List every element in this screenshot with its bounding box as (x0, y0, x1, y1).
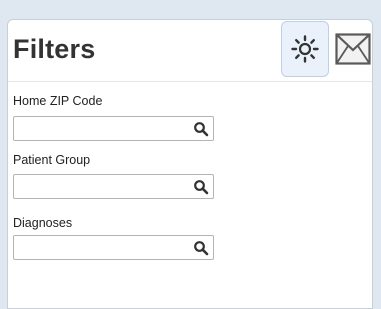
diagnoses-label: Diagnoses (13, 216, 73, 230)
filters-panel: Filters Home ZIP Code Patient Group Diag… (7, 19, 373, 309)
settings-button[interactable] (281, 21, 329, 77)
home-zip-code-field[interactable] (13, 116, 214, 141)
search-icon[interactable] (193, 240, 209, 256)
search-icon[interactable] (193, 121, 209, 137)
home-zip-code-label: Home ZIP Code (13, 94, 103, 108)
diagnoses-input[interactable] (16, 238, 190, 257)
panel-title: Filters (13, 34, 96, 64)
diagnoses-field[interactable] (13, 235, 214, 260)
home-zip-code-input[interactable] (16, 119, 190, 138)
gear-icon (291, 35, 319, 63)
filters-panel-header: Filters (8, 20, 372, 82)
mail-button[interactable] (334, 21, 372, 77)
envelope-icon (335, 33, 371, 65)
patient-group-field[interactable] (13, 174, 214, 199)
patient-group-input[interactable] (16, 177, 190, 196)
search-icon[interactable] (193, 179, 209, 195)
patient-group-label: Patient Group (13, 153, 91, 167)
